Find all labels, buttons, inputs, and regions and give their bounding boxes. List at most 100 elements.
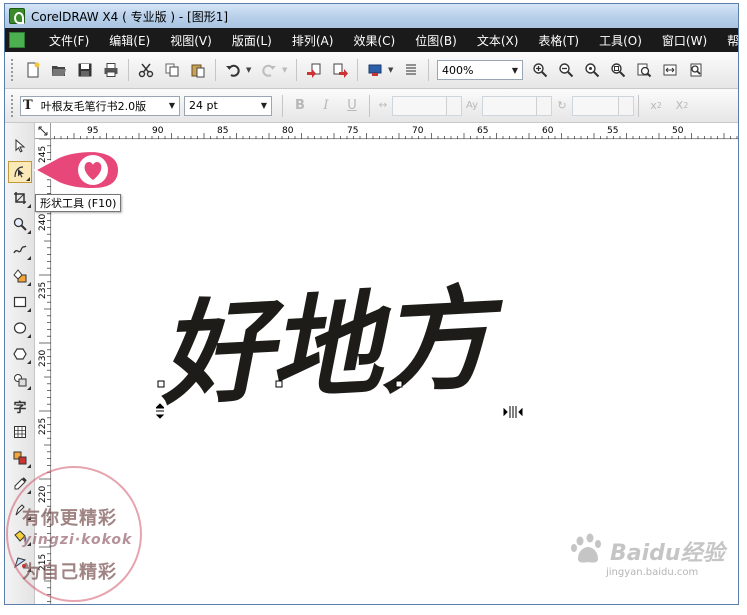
undo-list-arrow[interactable]: ▼ [246, 66, 254, 74]
undo-button[interactable] [222, 59, 244, 81]
flyout-indicator [27, 568, 31, 572]
zoom-to-all-objects-button[interactable] [607, 59, 629, 81]
crop-tool[interactable] [8, 187, 32, 209]
underline-button[interactable]: U [341, 95, 363, 117]
flyout-indicator [27, 542, 31, 546]
eyedropper-tool[interactable] [8, 473, 32, 495]
font-list-combo[interactable]: T 叶根友毛笔行书2.0版 ▼ [20, 95, 180, 116]
pick-tool[interactable] [8, 135, 32, 157]
chevron-down-icon[interactable]: ▼ [508, 61, 522, 79]
cut-button[interactable] [135, 59, 157, 81]
ruler-origin[interactable] [35, 123, 51, 139]
bold-button[interactable]: B [289, 95, 311, 117]
paste-button[interactable] [187, 59, 209, 81]
zoom-in-button[interactable] [529, 59, 551, 81]
document-icon[interactable] [9, 32, 25, 48]
zoom-to-page-height-button[interactable] [685, 59, 707, 81]
launcher-dropdown-arrow[interactable]: ▼ [388, 66, 396, 74]
outline-tool[interactable] [8, 499, 32, 521]
zoom-to-page-button[interactable] [633, 59, 655, 81]
subscript-button[interactable]: X2 [671, 95, 693, 117]
vertical-shift-spinner[interactable] [482, 95, 552, 116]
menu-effects[interactable]: 效果(C) [343, 32, 405, 49]
ruler-origin-icon [38, 126, 47, 135]
menu-view[interactable]: 视图(V) [160, 32, 222, 49]
font-name-value: 叶根友毛笔行书2.0版 [40, 99, 147, 113]
polygon-tool[interactable] [8, 343, 32, 365]
menu-tools[interactable]: 工具(O) [589, 32, 652, 49]
menu-edit[interactable]: 编辑(E) [99, 32, 160, 49]
flyout-indicator [27, 204, 31, 208]
welcome-screen-button[interactable] [400, 59, 422, 81]
menu-text[interactable]: 文本(X) [467, 32, 529, 49]
outline-tool-icon [15, 504, 25, 516]
horizontal-ruler[interactable]: 95 90 85 80 75 70 65 60 55 50 [34, 123, 738, 139]
menu-window[interactable]: 窗口(W) [652, 32, 717, 49]
shape-tool-tooltip: 形状工具 (F10) [35, 194, 122, 212]
import-button[interactable] [303, 59, 325, 81]
zoom-tool[interactable] [8, 213, 32, 235]
save-button[interactable] [74, 59, 96, 81]
character-spacing-handle[interactable] [503, 406, 523, 418]
new-document-button[interactable] [22, 59, 44, 81]
rectangle-tool-icon [13, 296, 27, 308]
font-size-combo[interactable]: 24 pt ▼ [184, 95, 272, 116]
bold-icon: B [295, 98, 305, 113]
table-tool[interactable] [8, 421, 32, 443]
copy-button[interactable] [161, 59, 183, 81]
rectangle-tool[interactable] [8, 291, 32, 313]
ellipse-tool[interactable] [8, 317, 32, 339]
horizontal-shift-spinner[interactable] [392, 95, 462, 116]
flyout-indicator [27, 360, 31, 364]
menu-help[interactable]: 帮助( [717, 32, 738, 49]
zoom-to-selected-button[interactable] [581, 59, 603, 81]
menu-arrange[interactable]: 排列(A) [282, 32, 344, 49]
flyout-indicator [27, 230, 31, 234]
font-size-value: 24 pt [189, 99, 218, 112]
menu-bitmaps[interactable]: 位图(B) [405, 32, 467, 49]
toolbar-grip[interactable] [11, 59, 15, 81]
shape-tool[interactable] [8, 161, 32, 183]
zoom-out-button[interactable] [555, 59, 577, 81]
freehand-tool[interactable] [8, 239, 32, 261]
artistic-text-object[interactable]: 好地方 [155, 272, 508, 421]
italic-button[interactable]: I [315, 95, 337, 117]
line-spacing-handle[interactable] [155, 403, 165, 419]
basic-shapes-tool[interactable] [8, 369, 32, 391]
superscript-button[interactable]: x2 [645, 95, 667, 117]
menu-table[interactable]: 表格(T) [528, 32, 589, 49]
crop-tool-icon [14, 192, 26, 204]
drawing-canvas[interactable]: 好地方 [52, 140, 738, 604]
chevron-down-icon[interactable]: ▼ [165, 97, 179, 115]
redo-button[interactable] [258, 59, 280, 81]
export-button[interactable] [329, 59, 351, 81]
text-node-handle[interactable] [157, 380, 165, 388]
menu-bar: 文件(F) 编辑(E) 视图(V) 版面(L) 排列(A) 效果(C) 位图(B… [5, 28, 738, 52]
text-tool-icon: 字 [13, 400, 27, 416]
zoom-to-page-width-button[interactable] [659, 59, 681, 81]
vertical-shift-icon: Ay [465, 100, 479, 111]
chevron-down-icon[interactable]: ▼ [257, 97, 271, 115]
coreldraw-app-icon [9, 8, 25, 24]
text-node-handle[interactable] [275, 380, 283, 388]
print-button[interactable] [100, 59, 122, 81]
smart-fill-tool[interactable] [8, 265, 32, 287]
text-node-handle[interactable] [395, 380, 403, 388]
heart-pointer-annotation [33, 149, 121, 191]
horizontal-ruler-label: 55 [607, 126, 618, 136]
menu-file[interactable]: 文件(F) [39, 32, 99, 49]
zoom-level-combo[interactable]: 400% ▼ [437, 60, 523, 80]
open-button[interactable] [48, 59, 70, 81]
standard-toolbar: ▼ ▼ ▼ 400% ▼ [5, 52, 738, 89]
print-icon [104, 63, 118, 77]
application-launcher-button[interactable] [364, 59, 386, 81]
character-angle-spinner[interactable] [572, 95, 634, 116]
text-tool[interactable]: 字 [8, 395, 32, 417]
menu-layout[interactable]: 版面(L) [222, 32, 282, 49]
fill-tool[interactable] [8, 525, 32, 547]
interactive-fill-tool[interactable] [8, 447, 32, 469]
toolbar-grip[interactable] [11, 94, 15, 117]
copy-icon [165, 63, 179, 77]
redo-list-arrow[interactable]: ▼ [282, 66, 290, 74]
interactive-mesh-tool[interactable] [8, 551, 32, 573]
